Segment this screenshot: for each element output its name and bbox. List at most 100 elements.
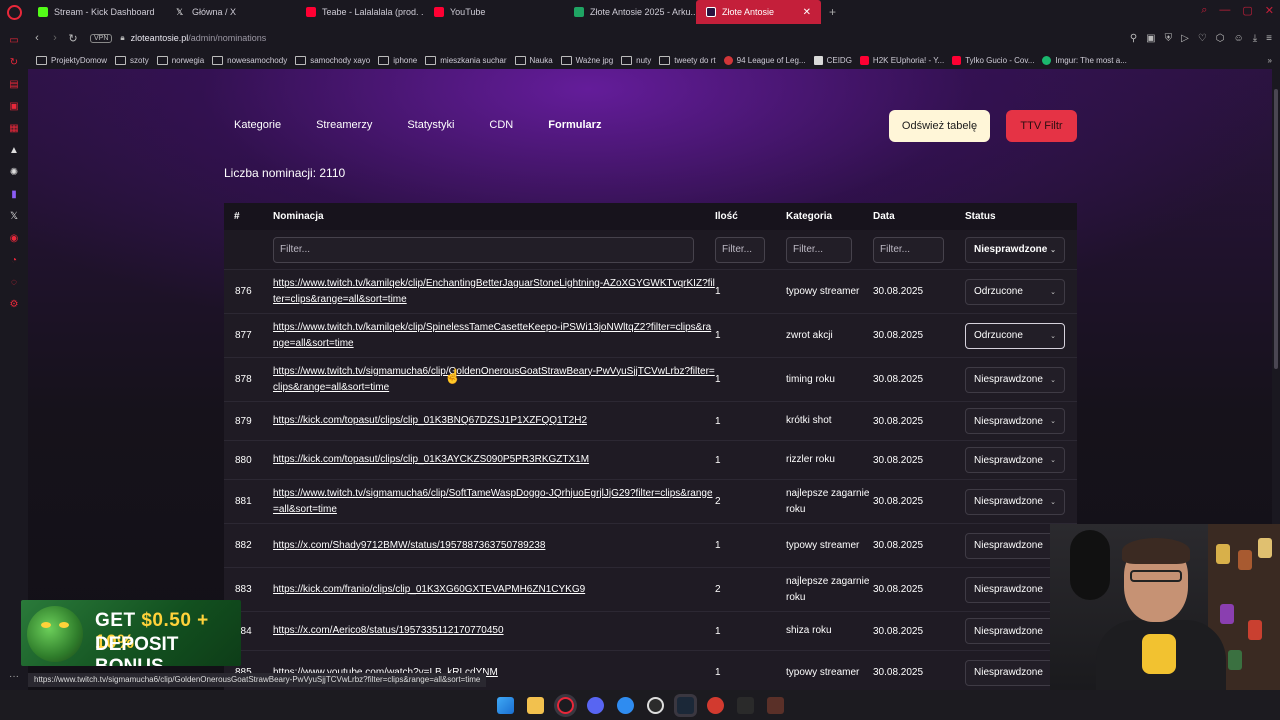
menu-icon[interactable]: ≡ <box>1266 33 1272 44</box>
bookmarks-icon[interactable]: ▣ <box>8 100 20 112</box>
more-icon[interactable]: ··· <box>9 671 19 682</box>
minimize-icon[interactable]: — <box>1219 4 1230 17</box>
new-tab-icon[interactable]: + <box>821 5 844 19</box>
bookmark-folder[interactable]: norwegia <box>156 56 204 65</box>
nav-kategorie[interactable]: Kategorie <box>234 119 281 131</box>
bookmark-link[interactable]: H2K EUphoria! - Y... <box>859 56 944 65</box>
status-select[interactable]: Odrzucone ⌄ <box>965 322 1065 349</box>
nav-streamerzy[interactable]: Streamerzy <box>316 119 372 131</box>
bookmark-folder[interactable]: szoty <box>115 56 149 65</box>
clock-icon[interactable]: ◔ <box>8 254 20 266</box>
twitch-icon[interactable]: ▮ <box>8 188 20 200</box>
search-icon[interactable]: ⌕ <box>1201 4 1207 17</box>
nomination-link[interactable]: https://kick.com/topasut/clips/clip_01K3… <box>273 454 589 465</box>
windows-start-icon[interactable] <box>496 696 514 714</box>
app-icon-red[interactable] <box>706 696 724 714</box>
wallet-icon[interactable]: ▤ <box>8 78 20 90</box>
tab-teabe-song[interactable]: Teabe - Lalalalala (prod. ... <box>296 0 424 24</box>
download-icon[interactable]: ⤓ <box>1253 33 1257 44</box>
nomination-link[interactable]: https://x.com/Aerico8/status/19573351121… <box>273 625 504 636</box>
nomination-link[interactable]: https://www.twitch.tv/sigmamucha6/clip/S… <box>273 488 713 515</box>
messenger-icon[interactable] <box>616 696 634 714</box>
forward-icon[interactable]: › <box>46 32 64 44</box>
tab-youtube[interactable]: YouTube <box>424 0 564 24</box>
opera-logo-icon[interactable] <box>0 0 28 24</box>
obs-icon[interactable] <box>646 696 664 714</box>
scrollbar-thumb[interactable] <box>1274 89 1278 369</box>
player-icon[interactable]: ▷ <box>1181 33 1189 44</box>
bookmark-folder[interactable]: nowesamochody <box>212 56 287 65</box>
lock-icon[interactable]: 🔒︎ <box>120 33 124 43</box>
snapshot-icon[interactable]: ▦ <box>8 122 20 134</box>
reload-icon[interactable]: ↻ <box>64 32 82 45</box>
date-filter-input[interactable] <box>873 236 944 263</box>
file-explorer-icon[interactable] <box>526 696 544 714</box>
nomination-link[interactable]: https://x.com/Shady9712BMW/status/195788… <box>273 540 545 551</box>
speed-dial-icon[interactable]: ◉ <box>8 232 20 244</box>
opera-icon[interactable] <box>556 696 574 714</box>
history-icon[interactable]: ↻ <box>8 56 20 68</box>
nomination-link[interactable]: https://kick.com/franio/clips/clip_01K3X… <box>273 584 585 595</box>
close-window-icon[interactable]: ✕ <box>1265 4 1274 17</box>
chatgpt-icon[interactable]: ✺ <box>8 166 20 178</box>
tab-sheets-zlote-antosie[interactable]: Złote Antosie 2025 - Arku... <box>564 0 696 24</box>
app-icon-dark[interactable] <box>736 696 754 714</box>
shield-icon[interactable]: ⛨ <box>1165 33 1173 44</box>
ttv-filter-button[interactable]: TTV Filtr <box>1006 110 1077 142</box>
tab-zlote-antosie-active[interactable]: Złote Antosie ✕ <box>696 0 821 24</box>
discord-icon[interactable] <box>586 696 604 714</box>
bookmark-folder[interactable]: iphone <box>378 56 417 65</box>
vpn-badge[interactable]: VPN <box>90 33 113 43</box>
profile-icon[interactable]: ☺ <box>1234 33 1244 44</box>
steam-icon[interactable] <box>676 696 694 714</box>
aria-icon[interactable]: ▲ <box>8 144 20 156</box>
bookmark-folder[interactable]: nuty <box>621 56 651 65</box>
status-select[interactable]: Odrzucone ⌄ <box>965 278 1065 305</box>
snapshot-icon[interactable]: ▣ <box>1146 33 1155 44</box>
tab-kick-dashboard[interactable]: Stream - Kick Dashboard <box>28 0 166 24</box>
header-category: Kategoria <box>786 211 833 222</box>
status-select[interactable]: Niesprawdzone ⌄ <box>965 366 1065 393</box>
chat-icon[interactable]: ◌ <box>8 276 20 288</box>
nav-cdn[interactable]: CDN <box>489 119 513 131</box>
x-icon[interactable]: 𝕏 <box>8 210 20 222</box>
bookmark-link[interactable]: CEIDG <box>813 56 852 65</box>
count-filter-input[interactable] <box>715 236 765 263</box>
status-select[interactable]: Niesprawdzone ⌄ <box>965 488 1065 515</box>
close-icon[interactable]: ✕ <box>803 7 811 18</box>
tab-x-home[interactable]: 𝕏 Główna / X <box>166 0 296 24</box>
bookmark-folder[interactable]: Nauka <box>514 56 553 65</box>
bookmark-folder[interactable]: ProjektyDomow <box>36 56 107 65</box>
status-select[interactable]: Niesprawdzone ⌄ <box>965 447 1065 473</box>
bookmark-link[interactable]: Tylko Gucio - Cov... <box>952 56 1034 65</box>
nomination-link[interactable]: https://www.twitch.tv/kamilqek/clip/Ench… <box>273 278 715 305</box>
status-filter-select[interactable]: Niesprawdzone ⌄ <box>965 236 1065 263</box>
maximize-icon[interactable]: ▢ <box>1242 4 1252 17</box>
nominations-count: Liczba nominacji: 2110 <box>224 166 346 180</box>
nomination-link[interactable]: https://kick.com/topasut/clips/clip_01K3… <box>273 415 587 426</box>
bookmark-folder[interactable]: tweety do rt <box>659 56 716 65</box>
status-select[interactable]: Niesprawdzone ⌄ <box>965 408 1065 434</box>
bookmark-folder[interactable]: mieszkania suchar <box>425 56 507 65</box>
nav-statystyki[interactable]: Statystyki <box>407 119 454 131</box>
bookmark-folder[interactable]: samochody xayo <box>295 56 370 65</box>
nav-formularz[interactable]: Formularz <box>548 119 601 131</box>
bookmark-link[interactable]: Imgur: The most a... <box>1042 56 1127 65</box>
messenger-icon[interactable]: ▭ <box>8 34 20 46</box>
bookmarks-more-icon[interactable]: » <box>1268 56 1280 65</box>
back-icon[interactable]: ‹ <box>28 32 46 44</box>
extensions-icon[interactable]: ⬡ <box>1216 33 1225 44</box>
category-filter-input[interactable] <box>786 236 852 263</box>
deposit-bonus-ad[interactable]: GET $0.50 + 10% DEPOSIT BONUS <box>21 600 241 666</box>
bookmark-folder[interactable]: Ważne jpg <box>560 56 613 65</box>
nomination-link[interactable]: https://www.twitch.tv/kamilqek/clip/Spin… <box>273 322 711 349</box>
app-icon-game[interactable] <box>766 696 784 714</box>
refresh-table-button[interactable]: Odśwież tabelę <box>889 110 990 142</box>
pin-icon[interactable]: ⚲ <box>1130 33 1137 44</box>
bookmark-link[interactable]: 94 League of Leg... <box>723 56 806 65</box>
nomination-filter-input[interactable] <box>273 236 694 263</box>
nomination-link[interactable]: https://www.twitch.tv/sigmamucha6/clip/G… <box>273 366 715 393</box>
url-field[interactable]: zloteantosie.pl/admin/nominations <box>131 33 267 43</box>
settings-icon[interactable]: ⚙ <box>8 298 20 310</box>
heart-icon[interactable]: ♡ <box>1198 33 1207 44</box>
